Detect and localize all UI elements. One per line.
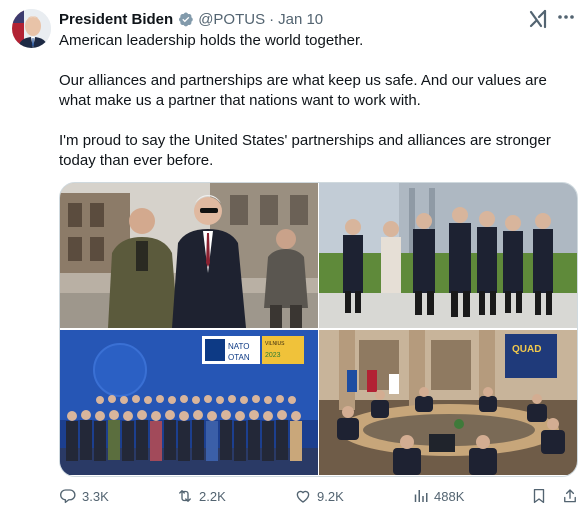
photo-nato-summit[interactable]: NATO OTAN VILNIUS 2023 — [60, 330, 318, 475]
like-count: 9.2K — [317, 488, 344, 504]
tweet-paragraph: American leadership holds the world toge… — [59, 32, 364, 49]
nato-sign-text: NATO — [228, 342, 249, 351]
tweet-date[interactable]: Jan 10 — [278, 11, 323, 28]
reply-button[interactable]: 3.3K — [59, 485, 109, 507]
tweet-paragraph: I'm proud to say the United States' part… — [59, 132, 551, 169]
vilnius-year-text: 2023 — [265, 352, 281, 359]
share-button[interactable] — [561, 485, 579, 507]
views-count: 488K — [434, 488, 465, 504]
tweet-action-bar: 3.3K 2.2K 9.2K 488K — [59, 485, 579, 507]
avatar-image — [12, 9, 51, 48]
bookmark-button[interactable] — [530, 485, 548, 507]
more-options-icon[interactable] — [555, 6, 577, 28]
share-icon — [564, 489, 576, 503]
reply-icon — [60, 489, 76, 504]
author-avatar[interactable] — [12, 9, 51, 48]
grok-icon[interactable] — [528, 8, 550, 30]
tweet-paragraph: Our alliances and partnerships are what … — [59, 72, 547, 109]
repost-button[interactable]: 2.2K — [176, 485, 226, 507]
repost-icon — [179, 490, 191, 502]
reply-count: 3.3K — [82, 488, 109, 504]
verified-badge-icon[interactable] — [177, 11, 194, 28]
photo-kyiv-walk[interactable] — [60, 183, 318, 328]
photo-leaders-walking[interactable] — [319, 183, 577, 328]
tweet-text: American leadership holds the world toge… — [59, 31, 571, 171]
photo-quad-meeting[interactable]: QUAD — [319, 330, 577, 475]
vilnius-sign-text: VILNIUS — [265, 341, 285, 347]
like-button[interactable]: 9.2K — [294, 485, 344, 507]
media-grid: NATO OTAN VILNIUS 2023 QUAD — [59, 182, 578, 477]
author-handle[interactable]: @POTUS — [198, 11, 265, 28]
author-name[interactable]: President Biden — [59, 11, 173, 28]
views-button[interactable]: 488K — [411, 485, 464, 507]
quad-sign-text: QUAD — [512, 344, 541, 355]
heart-icon — [296, 490, 310, 503]
header-separator: · — [269, 10, 275, 28]
bookmark-icon — [533, 488, 545, 504]
otan-sign-text: OTAN — [228, 353, 250, 362]
views-chart-icon — [414, 490, 428, 502]
repost-count: 2.2K — [199, 488, 226, 504]
tweet-header: President Biden @POTUS · Jan 10 — [59, 9, 323, 29]
